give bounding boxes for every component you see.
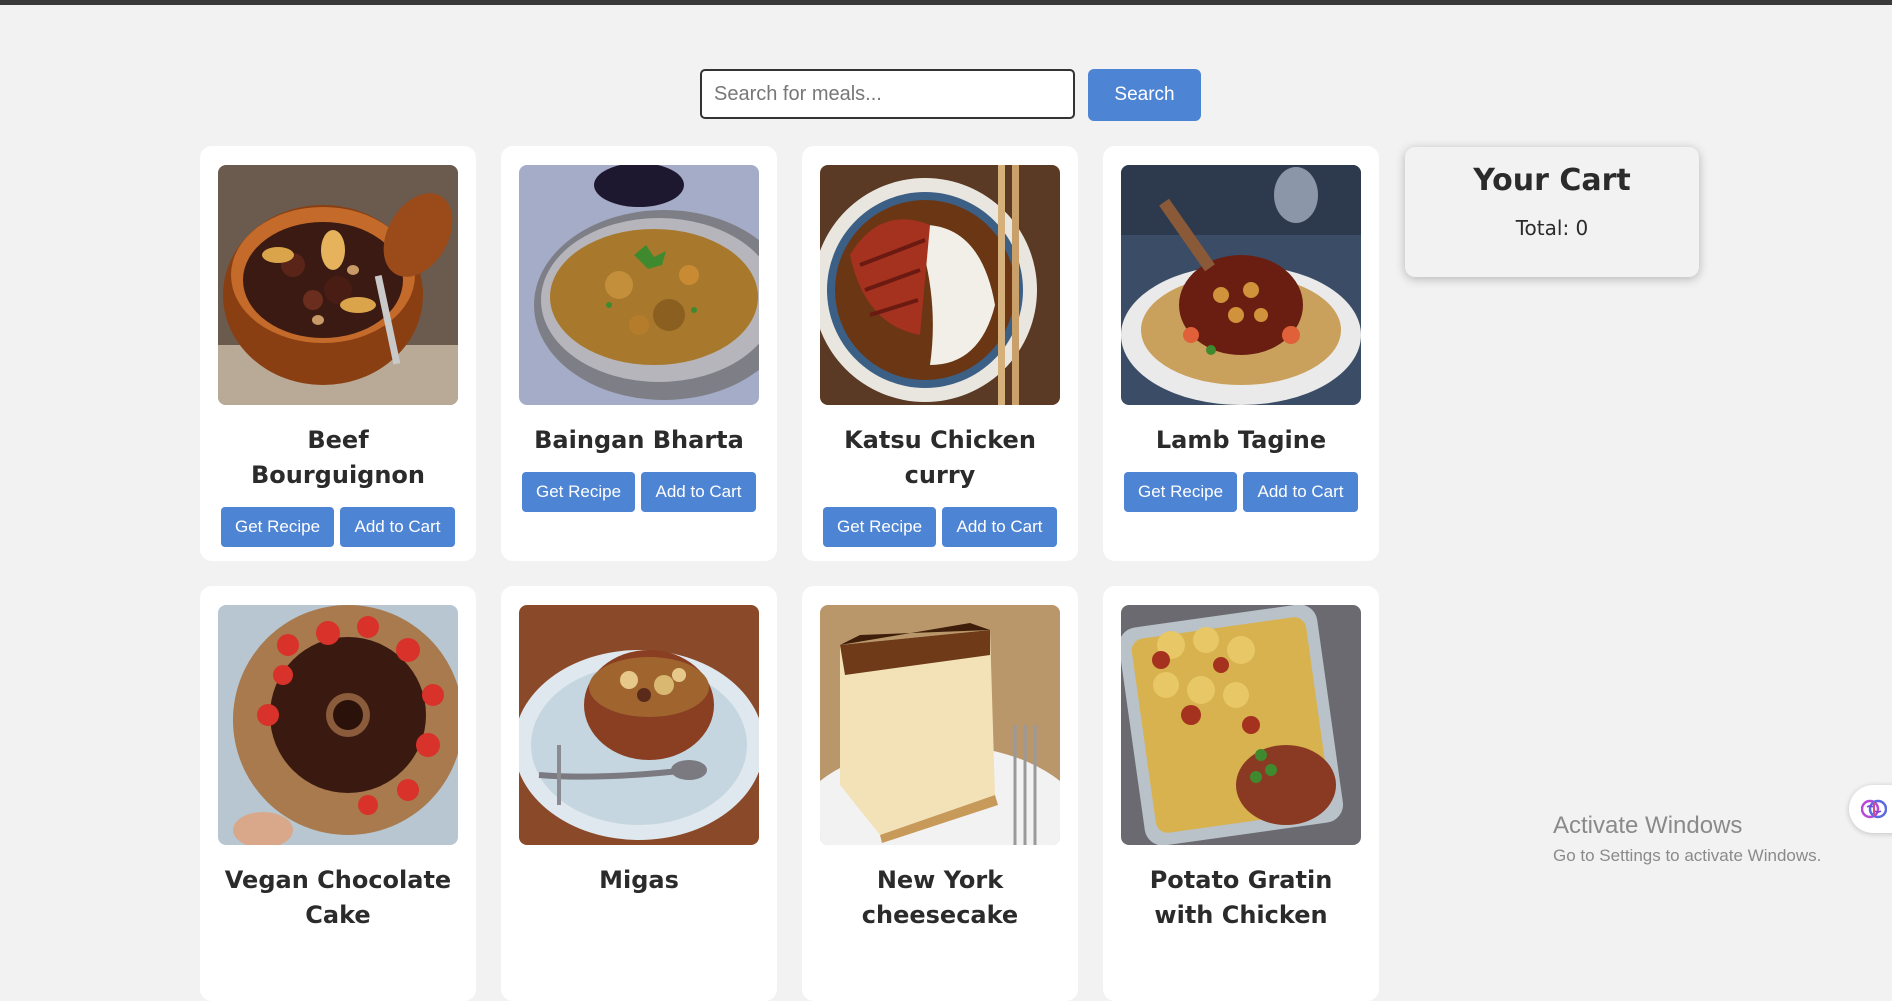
meal-image-vegan-chocolate-cake <box>218 605 458 845</box>
meal-actions: Get Recipe Add to Cart <box>1124 472 1358 512</box>
meal-title: New York cheesecake <box>861 866 1019 929</box>
get-recipe-button[interactable]: Get Recipe <box>823 507 936 547</box>
add-to-cart-button[interactable]: Add to Cart <box>1243 472 1358 512</box>
meal-card: Potato Gratin with Chicken <box>1103 586 1379 1001</box>
meal-title: Potato Gratin with Chicken <box>1149 866 1333 929</box>
meal-image-baingan-bharta <box>519 165 759 405</box>
meal-grid: Beef Bourguignon Get Recipe Add to Cart <box>200 146 1379 1001</box>
search-input[interactable] <box>700 69 1075 119</box>
meal-title: Vegan Chocolate Cake <box>224 866 452 929</box>
meal-card: Migas <box>501 586 777 1001</box>
cart-title: Your Cart <box>1473 163 1631 198</box>
get-recipe-button[interactable]: Get Recipe <box>221 507 334 547</box>
meal-actions: Get Recipe Add to Cart <box>221 507 455 547</box>
floating-assistant-button[interactable] <box>1849 785 1892 833</box>
meal-card: Katsu Chicken curry Get Recipe Add to Ca… <box>802 146 1078 561</box>
new-york-cheesecake-photo <box>820 605 1060 845</box>
meal-card: Beef Bourguignon Get Recipe Add to Cart <box>200 146 476 561</box>
meal-title: Migas <box>599 866 679 894</box>
migas-photo <box>519 605 759 845</box>
activate-windows-watermark: Activate Windows Go to Settings to activ… <box>1553 812 1821 866</box>
potato-gratin-photo <box>1121 605 1361 845</box>
meal-image-beef-bourguignon <box>218 165 458 405</box>
meal-title: Katsu Chicken curry <box>844 426 1036 489</box>
watermark-subtitle: Go to Settings to activate Windows. <box>1553 846 1822 865</box>
meal-actions: Get Recipe Add to Cart <box>823 507 1057 547</box>
add-to-cart-button[interactable]: Add to Cart <box>340 507 455 547</box>
meal-card: Baingan Bharta Get Recipe Add to Cart <box>501 146 777 561</box>
katsu-chicken-curry-photo <box>820 165 1060 405</box>
meal-card: Vegan Chocolate Cake <box>200 586 476 1001</box>
search-button[interactable]: Search <box>1088 69 1201 121</box>
cart-panel: Your Cart Total: 0 <box>1405 147 1699 277</box>
browser-top-border <box>0 0 1892 5</box>
meal-actions: Get Recipe Add to Cart <box>522 472 756 512</box>
meal-image-migas <box>519 605 759 845</box>
add-to-cart-button[interactable]: Add to Cart <box>641 472 756 512</box>
watermark-title: Activate Windows <box>1553 812 1743 839</box>
get-recipe-button[interactable]: Get Recipe <box>1124 472 1237 512</box>
meal-title: Lamb Tagine <box>1155 426 1327 454</box>
meal-card: Lamb Tagine Get Recipe Add to Cart <box>1103 146 1379 561</box>
meal-image-lamb-tagine <box>1121 165 1361 405</box>
beef-bourguignon-photo <box>218 165 458 405</box>
meal-title: Beef Bourguignon <box>250 426 426 489</box>
meal-title: Baingan Bharta <box>534 426 744 454</box>
cart-total: Total: 0 <box>1515 216 1589 240</box>
add-to-cart-button[interactable]: Add to Cart <box>942 507 1057 547</box>
meal-image-potato-gratin <box>1121 605 1361 845</box>
vegan-chocolate-cake-photo <box>218 605 458 845</box>
meal-card: New York cheesecake <box>802 586 1078 1001</box>
search-bar: Search <box>700 69 1201 121</box>
meal-image-new-york-cheesecake <box>820 605 1060 845</box>
get-recipe-button[interactable]: Get Recipe <box>522 472 635 512</box>
meal-image-katsu-chicken-curry <box>820 165 1060 405</box>
lamb-tagine-photo <box>1121 165 1361 405</box>
brain-icon <box>1861 799 1887 819</box>
baingan-bharta-photo <box>519 165 759 405</box>
